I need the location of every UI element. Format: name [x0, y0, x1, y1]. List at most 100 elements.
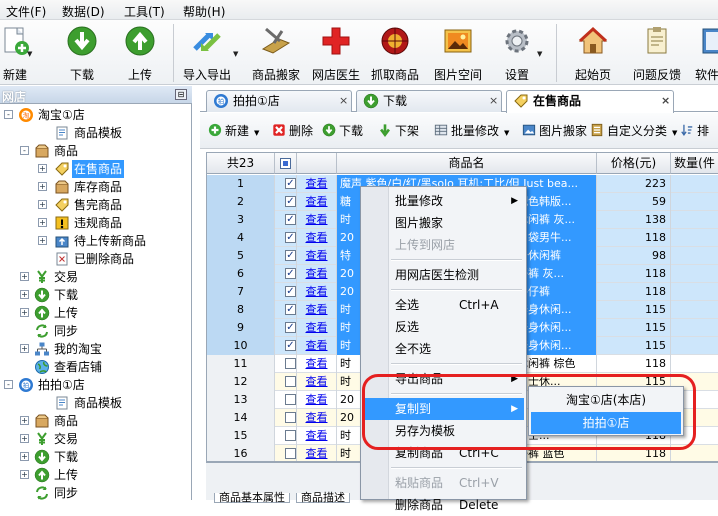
tree-node[interactable]: 同步	[0, 484, 190, 502]
expander-icon[interactable]: +	[20, 308, 29, 317]
view-link[interactable]: 查看	[297, 211, 337, 229]
expander-icon[interactable]: -	[20, 146, 29, 155]
view-link[interactable]: 查看	[297, 283, 337, 301]
row-checkbox[interactable]: ✓	[285, 196, 296, 207]
tree-node[interactable]: 商品模板	[0, 124, 190, 142]
close-icon[interactable]: ×	[661, 91, 670, 111]
context-menu-item[interactable]: 复制商品 Ctrl+C	[363, 442, 524, 464]
bottom-tab-0[interactable]: 商品基本属性	[214, 492, 290, 503]
tree-node[interactable]: + 库存商品	[0, 178, 190, 196]
toolbar-button-picture[interactable]: 图片空间	[428, 20, 488, 84]
tree-node[interactable]: + 违规商品	[0, 214, 190, 232]
subtoolbar-picture-move[interactable]: 图片搬家	[522, 123, 587, 141]
checkbox-cell[interactable]: ✓	[275, 211, 297, 229]
tree-node[interactable]: + 下载	[0, 448, 190, 466]
context-menu-item[interactable]: 图片搬家	[363, 212, 524, 234]
context-menu-item[interactable]: 上传到网店	[363, 234, 524, 256]
tree-node[interactable]: + 下载	[0, 286, 190, 304]
column-header-name[interactable]: 商品名	[337, 153, 597, 174]
row-checkbox[interactable]: ✓	[285, 250, 296, 261]
row-checkbox[interactable]: ✓	[285, 178, 296, 189]
tab-1[interactable]: 下载 ×	[356, 90, 502, 112]
subtoolbar-delete[interactable]: 删除	[272, 123, 313, 141]
toolbar-button-red-cross[interactable]: 网店医生	[308, 20, 364, 84]
toolbar-button-gear[interactable]: 设置 ▼	[494, 20, 542, 84]
checkbox-cell[interactable]: ✓	[275, 283, 297, 301]
expander-icon[interactable]: +	[38, 182, 47, 191]
toolbar-button-upload[interactable]: 上传	[116, 20, 164, 84]
column-header-qty[interactable]: 数量(件	[671, 153, 718, 174]
row-checkbox[interactable]: ✓	[285, 286, 296, 297]
toolbar-button-capture[interactable]: 抓取商品	[366, 20, 424, 84]
row-checkbox[interactable]: ✓	[285, 304, 296, 315]
toolbar-button-home[interactable]: 起始页	[568, 20, 618, 84]
expander-icon[interactable]: -	[4, 380, 13, 389]
tree-node[interactable]: + 售完商品	[0, 196, 190, 214]
view-link[interactable]: 查看	[297, 229, 337, 247]
tree-node[interactable]: 查看店铺	[0, 358, 190, 376]
tree-node[interactable]: - 拍拍拍①店	[0, 376, 190, 394]
toolbar-button-help[interactable]: 软件帮	[688, 20, 718, 84]
row-checkbox[interactable]: ✓	[285, 268, 296, 279]
tree-node[interactable]: - 淘淘宝①店	[0, 106, 190, 124]
checkbox-cell[interactable]: ✓	[275, 175, 297, 193]
tree-node[interactable]: + 商品	[0, 412, 190, 430]
context-menu-item[interactable]: 全选 Ctrl+A	[363, 294, 524, 316]
checkbox-cell[interactable]: ✓	[275, 229, 297, 247]
expander-icon[interactable]: +	[20, 434, 29, 443]
expander-icon[interactable]: +	[38, 200, 47, 209]
expander-icon[interactable]: +	[20, 290, 29, 299]
expander-icon[interactable]: -	[4, 110, 13, 119]
context-menu-item[interactable]: 删除商品 Delete	[363, 494, 524, 516]
checkbox-cell[interactable]	[275, 445, 297, 461]
tab-0[interactable]: 拍拍拍①店 ×	[206, 90, 352, 112]
tree-node[interactable]: + 上传	[0, 304, 190, 322]
expander-icon[interactable]: +	[38, 236, 47, 245]
view-link[interactable]: 查看	[297, 355, 337, 373]
view-link[interactable]: 查看	[297, 265, 337, 283]
checkbox-cell[interactable]: ✓	[275, 265, 297, 283]
checkbox-cell[interactable]	[275, 355, 297, 373]
subtoolbar-download[interactable]: 下载	[322, 123, 363, 141]
chevron-down-icon[interactable]: ▼	[254, 129, 259, 137]
toolbar-button-move-goods[interactable]: 商品搬家	[248, 20, 304, 84]
chevron-down-icon[interactable]: ▼	[233, 50, 238, 58]
tree-node[interactable]: + 交易	[0, 268, 190, 286]
row-checkbox[interactable]: ✓	[285, 340, 296, 351]
toolbar-button-feedback[interactable]: 问题反馈	[624, 20, 690, 84]
view-link[interactable]: 查看	[297, 193, 337, 211]
row-checkbox[interactable]: ✓	[285, 232, 296, 243]
subtoolbar-down-arrow[interactable]: 下架	[378, 123, 419, 141]
view-link[interactable]: 查看	[297, 247, 337, 265]
view-link[interactable]: 查看	[297, 427, 337, 445]
checkbox-cell[interactable]	[275, 427, 297, 445]
tab-2[interactable]: 在售商品 ×	[506, 90, 674, 113]
tree-node[interactable]: + 上传	[0, 466, 190, 484]
chevron-down-icon[interactable]: ▼	[27, 50, 32, 58]
bottom-tab-1[interactable]: 商品描述	[296, 492, 350, 503]
checkbox-cell[interactable]	[275, 391, 297, 409]
expander-icon[interactable]: +	[20, 470, 29, 479]
toolbar-button-download[interactable]: 下载	[60, 20, 104, 84]
context-menu-item[interactable]: 反选	[363, 316, 524, 338]
checkbox-cell[interactable]: ✓	[275, 319, 297, 337]
chevron-down-icon[interactable]: ▼	[504, 129, 509, 137]
checkbox-cell[interactable]	[275, 373, 297, 391]
context-menu-item[interactable]: 复制到 ▶	[363, 398, 524, 420]
checkbox-cell[interactable]: ✓	[275, 247, 297, 265]
context-menu-item[interactable]: 批量修改 ▶	[363, 190, 524, 212]
checkbox-cell[interactable]: ✓	[275, 301, 297, 319]
subtoolbar-sort[interactable]: 排	[680, 123, 709, 141]
context-menu-item[interactable]: 另存为模板	[363, 420, 524, 442]
chevron-down-icon[interactable]: ▼	[672, 129, 677, 137]
checkbox-cell[interactable]	[275, 409, 297, 427]
row-checkbox[interactable]	[285, 412, 296, 423]
expander-icon[interactable]: +	[20, 452, 29, 461]
row-checkbox[interactable]	[285, 376, 296, 387]
row-checkbox[interactable]: ✓	[285, 214, 296, 225]
toolbar-button-new-doc[interactable]: 新建 ▼	[0, 20, 32, 84]
view-link[interactable]: 查看	[297, 373, 337, 391]
submenu-item-0[interactable]: 淘宝①店(本店)	[531, 389, 681, 411]
menu-item-1[interactable]: 数据(D)	[62, 3, 105, 20]
expander-icon[interactable]: +	[38, 218, 47, 227]
